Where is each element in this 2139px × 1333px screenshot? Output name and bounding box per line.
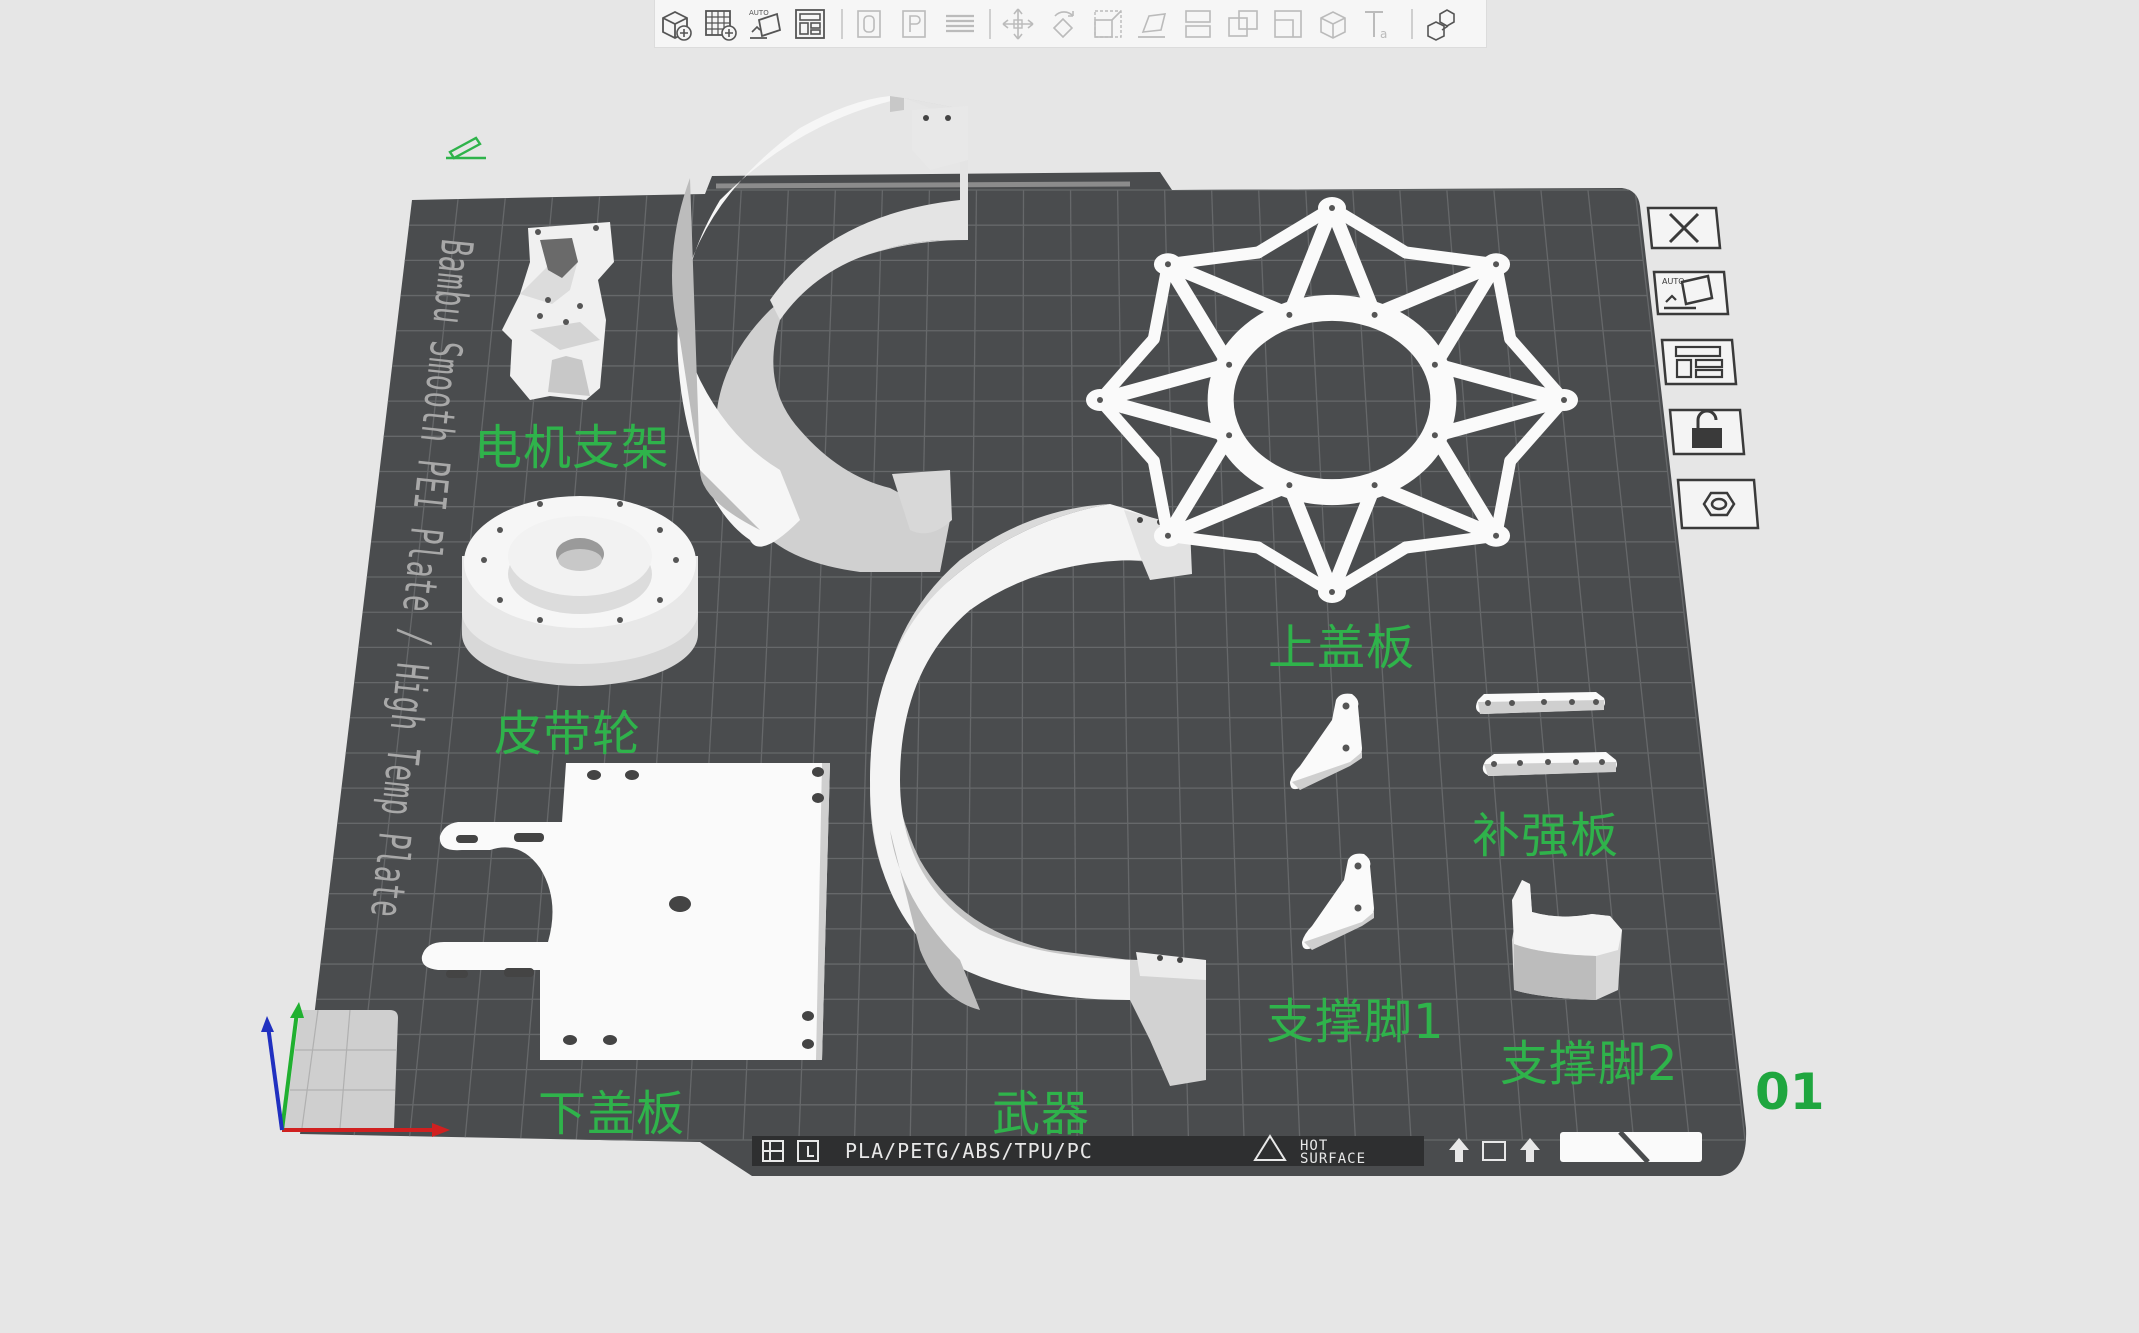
top-cover-hole — [1371, 482, 1378, 489]
top-cover-hole — [1431, 361, 1438, 368]
delete-plate-icon[interactable] — [1646, 204, 1722, 252]
top-cover-hole — [1493, 261, 1500, 268]
label-weapon: 武器 — [992, 1086, 1091, 1142]
top-cover-hole — [1164, 532, 1171, 539]
plate-number: 01 — [1755, 1063, 1825, 1121]
top-cover-hole — [1561, 397, 1567, 403]
top-cover-hole — [1329, 205, 1335, 211]
label-bottom-cover: 下盖板 — [538, 1086, 686, 1142]
label-motor-bracket: 电机支架 — [474, 420, 671, 476]
auto-orient-plate-icon[interactable]: AUTO — [1652, 268, 1730, 318]
plate-settings-icon[interactable] — [1676, 476, 1762, 532]
label-support-leg-2: 支撑脚2 — [1500, 1036, 1679, 1092]
top-cover-hole — [1226, 361, 1233, 368]
lock-plate-icon[interactable] — [1668, 406, 1746, 458]
top-cover-hole — [1286, 311, 1293, 318]
edit-plate-name-icon[interactable] — [446, 136, 486, 160]
top-cover-hole — [1164, 261, 1171, 268]
top-cover-hole — [1286, 482, 1293, 489]
top-cover-hole — [1431, 432, 1438, 439]
part-pulley[interactable] — [462, 496, 698, 686]
top-cover-hole — [1493, 532, 1500, 539]
top-cover-hole — [1371, 311, 1378, 318]
label-reinforcement-plate: 补强板 — [1472, 808, 1620, 864]
label-top-cover: 上盖板 — [1268, 620, 1416, 676]
top-cover-hole — [1226, 432, 1233, 439]
label-support-leg-1: 支撑脚1 — [1266, 994, 1445, 1050]
top-cover-hole — [1329, 589, 1335, 595]
hot-surface-text-2: SURFACE — [1300, 1151, 1367, 1167]
z-axis — [266, 1025, 284, 1131]
top-cover-hole — [1097, 397, 1103, 403]
arrange-plate-icon[interactable] — [1660, 336, 1738, 388]
label-pulley: 皮带轮 — [494, 706, 642, 762]
